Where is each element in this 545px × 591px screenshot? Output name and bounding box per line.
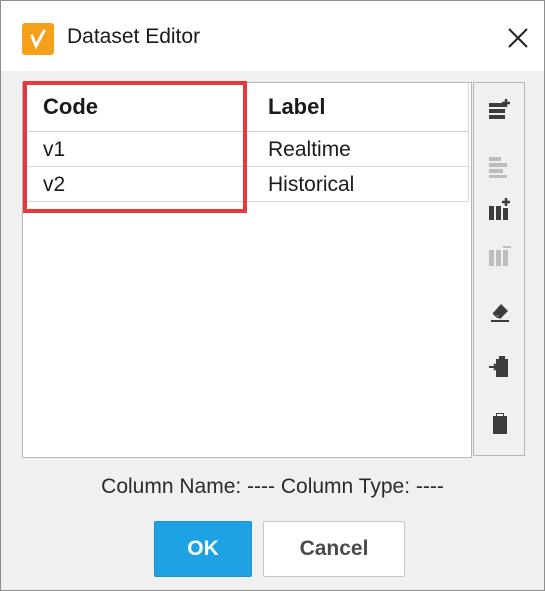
remove-column-icon[interactable] xyxy=(487,242,513,268)
title-bar: Dataset Editor xyxy=(1,1,544,71)
add-column-icon[interactable] xyxy=(487,196,513,222)
dataset-editor-window: Dataset Editor Code Label v1 Realtime v2… xyxy=(0,0,545,591)
add-row-icon[interactable] xyxy=(487,97,513,123)
ok-button[interactable]: OK xyxy=(154,521,252,577)
close-icon[interactable] xyxy=(505,25,531,51)
dataset-editor-icon xyxy=(22,23,54,55)
table-cell[interactable]: Realtime xyxy=(246,132,469,167)
paste-icon[interactable] xyxy=(487,410,513,436)
column-info-text: Column Name: ---- Column Type: ---- xyxy=(101,475,444,498)
dataset-table[interactable]: Code Label v1 Realtime v2 Historical xyxy=(22,82,472,458)
column-header-code[interactable]: Code xyxy=(23,83,246,131)
editor-toolbar xyxy=(473,82,525,456)
table-cell[interactable]: v2 xyxy=(23,167,246,202)
import-icon[interactable] xyxy=(487,353,513,379)
clear-icon[interactable] xyxy=(487,298,513,324)
remove-row-icon[interactable] xyxy=(487,153,513,179)
column-header-label[interactable]: Label xyxy=(246,83,469,131)
window-title: Dataset Editor xyxy=(67,25,201,48)
cancel-button[interactable]: Cancel xyxy=(263,521,405,577)
table-cell[interactable]: v1 xyxy=(23,132,246,167)
table-cell[interactable]: Historical xyxy=(246,167,469,202)
